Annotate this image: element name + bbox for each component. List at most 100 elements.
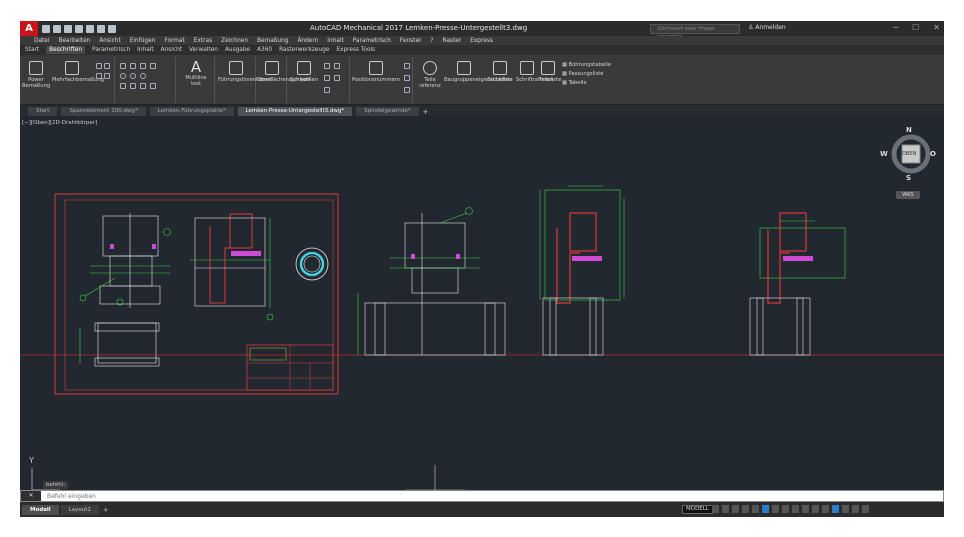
sign-in-button[interactable]: ♙ Anmelden [748,24,786,31]
dim-tool-icon[interactable] [104,63,110,69]
symbol-icon[interactable] [140,83,146,89]
symbol-icon[interactable] [140,63,146,69]
doc-tab[interactable]: Lemken-Führungsplatte* [149,107,234,116]
workspace-icon[interactable] [792,505,799,513]
menu-item[interactable]: Inhalt [327,38,344,44]
dim-tool-icon[interactable] [104,73,110,79]
save-as-icon[interactable] [75,24,83,33]
doc-tab-active[interactable]: Lemken-Presse-Untergestellt3.dwg* [237,107,353,116]
circle-symbol-icon[interactable] [130,73,136,79]
menu-item[interactable]: Bemaßung [257,38,288,44]
position-tool-icon[interactable] [404,87,410,93]
weld-tool-icon[interactable] [324,87,330,93]
menu-item[interactable]: Raster [442,38,461,44]
menu-item[interactable]: ? [430,38,433,44]
symbol-icon[interactable] [120,63,126,69]
menu-item[interactable]: Einfügen [130,38,156,44]
menu-item[interactable]: Bearbeiten [58,38,90,44]
doc-tab[interactable]: Spannelement 100.dwg* [61,107,146,116]
units-icon[interactable] [812,505,819,513]
hardware-acceleration-icon[interactable] [842,505,849,513]
menu-item[interactable]: Datei [34,38,49,44]
drawing-canvas[interactable]: Y [20,118,944,490]
search-input[interactable]: Stichwort oder Frage eingeben [650,24,740,40]
menu-item[interactable]: Express [470,38,493,44]
table-button[interactable]: ▦ Tabelle [562,79,611,88]
print-icon[interactable] [86,24,94,33]
viewport-controls[interactable]: [−][Oben][2D-Drahtkörper] [22,120,97,126]
symbol-icon[interactable] [150,83,156,89]
doc-tab-start[interactable]: Start [28,107,58,116]
multiline-text-button[interactable]: A Multiline text [180,59,212,87]
open-file-icon[interactable] [53,24,61,33]
command-close-button[interactable]: ✕ [21,491,41,501]
viewcube-face-top[interactable]: OBEN [902,151,916,157]
menu-item[interactable]: Ansicht [99,38,120,44]
parts-table-button[interactable]: Teileliste [539,61,561,83]
tab-express-tools[interactable]: Express Tools [336,47,375,53]
tab-a360[interactable]: A360 [257,47,272,53]
weld-button[interactable]: Schweißen [288,61,320,83]
symbol-icon[interactable] [130,63,136,69]
symbol-icon[interactable] [120,83,126,89]
menu-item[interactable]: Parametrisch [353,38,391,44]
fit-list-button[interactable]: ▦ Passungsliste [562,70,611,79]
tab-layout1[interactable]: Layout1 [60,504,99,515]
redo-icon[interactable] [108,24,116,33]
polar-icon[interactable] [742,505,749,513]
save-icon[interactable] [64,24,72,33]
circle-symbol-icon[interactable] [140,73,146,79]
leader-button[interactable]: Führungslinienkomm [218,61,272,83]
lineweight-icon[interactable] [772,505,779,513]
dim-tool-icon[interactable] [96,73,102,79]
weld-tool-icon[interactable] [334,63,340,69]
tab-start[interactable]: Start [25,47,39,53]
otrack-icon[interactable] [762,505,769,513]
minimize-button[interactable]: ─ [893,23,898,32]
weld-tool-icon[interactable] [334,75,340,81]
tab-beschriften[interactable]: Beschriften [46,46,86,54]
ortho-icon[interactable] [732,505,739,513]
tab-model[interactable]: Modell [22,504,59,515]
tab-parametrisch[interactable]: Parametrisch [92,47,130,53]
undo-icon[interactable] [97,24,105,33]
multi-dim-button[interactable]: Mehrfachbemaßung [52,61,104,83]
doc-tab[interactable]: Spindelgewinde* [356,107,419,116]
position-tool-icon[interactable] [404,75,410,81]
close-button[interactable]: ✕ [933,23,940,32]
tab-ansicht[interactable]: Ansicht [161,47,182,53]
new-tab-button[interactable]: + [423,108,429,116]
clean-screen-icon[interactable] [852,505,859,513]
dim-tool-icon[interactable] [96,63,102,69]
tab-rasterwerkzeuge[interactable]: Rasterwerkzeuge [279,47,329,53]
add-layout-button[interactable]: + [103,506,109,514]
parts-reference-button[interactable]: Teile referenz [418,61,442,89]
wcs-dropdown[interactable]: WKS [896,191,920,199]
menu-item[interactable]: Fenster [400,38,422,44]
annotation-scale-icon[interactable] [782,505,789,513]
assembly-properties-button[interactable]: Baugruppeneigenschaften [444,61,512,83]
position-tool-icon[interactable] [404,63,410,69]
parts-list-button[interactable]: Stückliste [486,61,514,83]
osnap-icon[interactable] [752,505,759,513]
menu-item[interactable]: Format [164,38,184,44]
command-input[interactable] [41,491,641,501]
compass-east[interactable]: O [930,150,936,158]
position-numbers-button[interactable]: Positionsnummern [351,61,401,83]
weld-tool-icon[interactable] [324,63,330,69]
font-frame-button[interactable]: Schriftrahmen [516,61,553,83]
menu-item[interactable]: Zeichnen [221,38,248,44]
customize-icon[interactable] [862,505,869,513]
new-file-icon[interactable] [42,24,50,33]
circle-symbol-icon[interactable] [120,73,126,79]
isolate-icon[interactable] [832,505,839,513]
symbol-icon[interactable] [150,63,156,69]
tab-verwalten[interactable]: Verwalten [189,47,218,53]
menu-item[interactable]: Ändern [297,38,318,44]
quick-properties-icon[interactable] [822,505,829,513]
model-space-button[interactable]: MODELL [682,505,713,514]
power-dim-button[interactable]: Power Bemaßung [22,61,50,89]
symbol-icon[interactable] [130,83,136,89]
compass-north[interactable]: N [906,126,912,134]
tab-ausgabe[interactable]: Ausgabe [225,47,250,53]
